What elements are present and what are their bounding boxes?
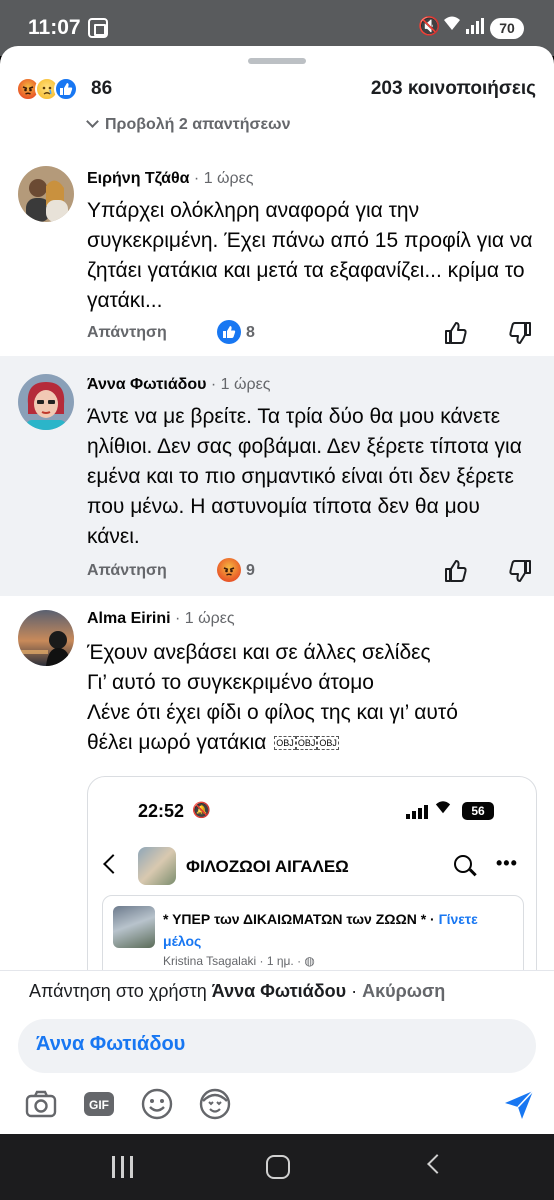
wifi-icon <box>434 799 452 820</box>
comments-sheet: 86 203 κοινοποιήσεις Προβολή 2 απαντήσεω… <box>0 46 554 1134</box>
replying-to-name: Άννα Φωτιάδου <box>211 981 347 1001</box>
embedded-post-meta: Kristina Tsagalaki · 1 ημ. · ◍ <box>163 954 315 968</box>
cancel-reply-button[interactable]: Ακύρωση <box>362 981 445 1001</box>
avatar[interactable] <box>18 610 74 666</box>
back-icon[interactable] <box>427 1154 447 1174</box>
battery-indicator: 70 <box>490 18 524 39</box>
downvote-icon[interactable] <box>507 558 533 584</box>
author-name: Alma Eirini <box>87 610 171 627</box>
avatar-sticker-icon[interactable] <box>198 1087 232 1121</box>
obj-placeholder: OBJ <box>295 736 318 751</box>
comment-line: Έχουν ανεβάσει και σε άλλες σελίδες <box>87 641 431 664</box>
status-time: 11:07 <box>28 16 81 39</box>
comment-line: Γι’ αυτό το συγκεκριμένο άτομο <box>87 671 374 694</box>
comment-reaction-count[interactable]: 8 <box>246 324 255 342</box>
comment-actions: Απάντηση 9 <box>87 558 537 586</box>
downvote-icon[interactable] <box>507 320 533 346</box>
drag-handle[interactable] <box>248 58 306 64</box>
comment-actions: Απάντηση 8 <box>87 320 537 348</box>
system-nav-bar <box>0 1134 554 1200</box>
avatar[interactable] <box>18 374 74 430</box>
signal-icon <box>466 18 484 34</box>
group-name: ΦΙΛΟΖΩΟΙ ΑΙΓΑΛΕΩ <box>186 857 349 876</box>
mention-tag: Άννα Φωτιάδου <box>36 1033 186 1055</box>
comment-author[interactable]: Ειρήνη Τζάθα · 1 ώρες <box>87 170 253 188</box>
author-name: Ειρήνη Τζάθα <box>87 170 190 187</box>
recent-apps-icon[interactable] <box>112 1156 134 1178</box>
send-icon[interactable] <box>502 1088 536 1122</box>
comment-author[interactable]: Άννα Φωτιάδου · 1 ώρες <box>87 376 270 394</box>
more-icon: ••• <box>496 853 518 873</box>
like-icon[interactable] <box>217 320 241 344</box>
screenshot-icon <box>88 18 108 38</box>
gif-icon[interactable]: GIF <box>82 1087 116 1121</box>
battery-indicator: 56 <box>462 802 494 820</box>
comment-time: · 1 ώρες <box>210 376 271 393</box>
bell-off-icon: 🔕 <box>192 802 211 819</box>
signal-icon <box>406 805 428 819</box>
angry-icon[interactable] <box>217 558 241 582</box>
emoji-icon[interactable] <box>140 1087 174 1121</box>
reaction-summary[interactable] <box>16 77 86 103</box>
obj-placeholder: OBJ <box>317 736 339 751</box>
author-name: Άννα Φωτιάδου <box>87 376 207 393</box>
comment-text: Υπάρχει ολόκληρη αναφορά για την συγκεκρ… <box>87 199 533 312</box>
comment-item: Alma Eirini · 1 ώρες Έχουν ανεβάσει και … <box>0 596 554 1016</box>
like-icon <box>54 77 78 101</box>
comment-line: Λένε ότι έχει φίδι ο φίλος της και γι’ α… <box>87 701 458 724</box>
upvote-icon[interactable] <box>443 558 469 584</box>
wifi-icon <box>442 14 462 37</box>
comment-text: Έχουν ανεβάσει και σε άλλες σελίδες Γι’ … <box>87 638 537 758</box>
comment-item: Άννα Φωτιάδου · 1 ώρες Άντε να με βρείτε… <box>0 356 554 596</box>
comment-input[interactable]: Άννα Φωτιάδου <box>18 1019 536 1073</box>
mute-icon: 🔇 <box>418 16 441 36</box>
post-reactions-row: 86 203 κοινοποιήσεις <box>0 74 554 106</box>
view-replies-link[interactable]: Προβολή 2 απαντήσεων <box>86 115 291 134</box>
replying-to-banner: Απάντηση στο χρήστη Άννα Φωτιάδου · Ακύρ… <box>29 981 446 1001</box>
reply-composer: Απάντηση στο χρήστη Άννα Φωτιάδου · Ακύρ… <box>0 970 554 1134</box>
back-arrow-icon <box>103 854 123 874</box>
reply-button[interactable]: Απάντηση <box>87 562 167 580</box>
obj-placeholder: OBJ <box>274 736 296 751</box>
chevron-down-icon <box>86 115 99 128</box>
svg-text:GIF: GIF <box>89 1098 109 1112</box>
comment-text: Άντε να με βρείτε. Τα τρία δύο θα μου κά… <box>87 405 522 548</box>
comment-author[interactable]: Alma Eirini · 1 ώρες <box>87 610 235 628</box>
embedded-post-title: * ΥΠΕΡ των ΔΙΚΑΙΩΜΑΤΩΝ των ΖΩΩΝ * · Γίνε… <box>163 911 478 949</box>
post-group-image <box>113 906 155 948</box>
view-replies-label: Προβολή 2 απαντήσεων <box>105 116 291 133</box>
camera-icon[interactable] <box>24 1087 58 1121</box>
embedded-status-time: 22:52 <box>138 801 185 821</box>
comment-item: Ειρήνη Τζάθα · 1 ώρες Υπάρχει ολόκληρη α… <box>0 156 554 356</box>
shares-count[interactable]: 203 κοινοποιήσεις <box>371 78 536 100</box>
reaction-count[interactable]: 86 <box>91 78 112 100</box>
comment-reaction-count[interactable]: 9 <box>246 562 255 580</box>
home-icon[interactable] <box>266 1155 290 1179</box>
reply-button[interactable]: Απάντηση <box>87 324 167 342</box>
comment-time: · 1 ώρες <box>175 610 235 627</box>
comment-time: · 1 ώρες <box>193 170 254 187</box>
upvote-icon[interactable] <box>443 320 469 346</box>
search-icon <box>454 855 472 873</box>
comment-line: θέλει μωρό γατάκια OBJ OBJ OBJ <box>87 731 339 754</box>
group-cover-image <box>138 847 176 885</box>
avatar[interactable] <box>18 166 74 222</box>
